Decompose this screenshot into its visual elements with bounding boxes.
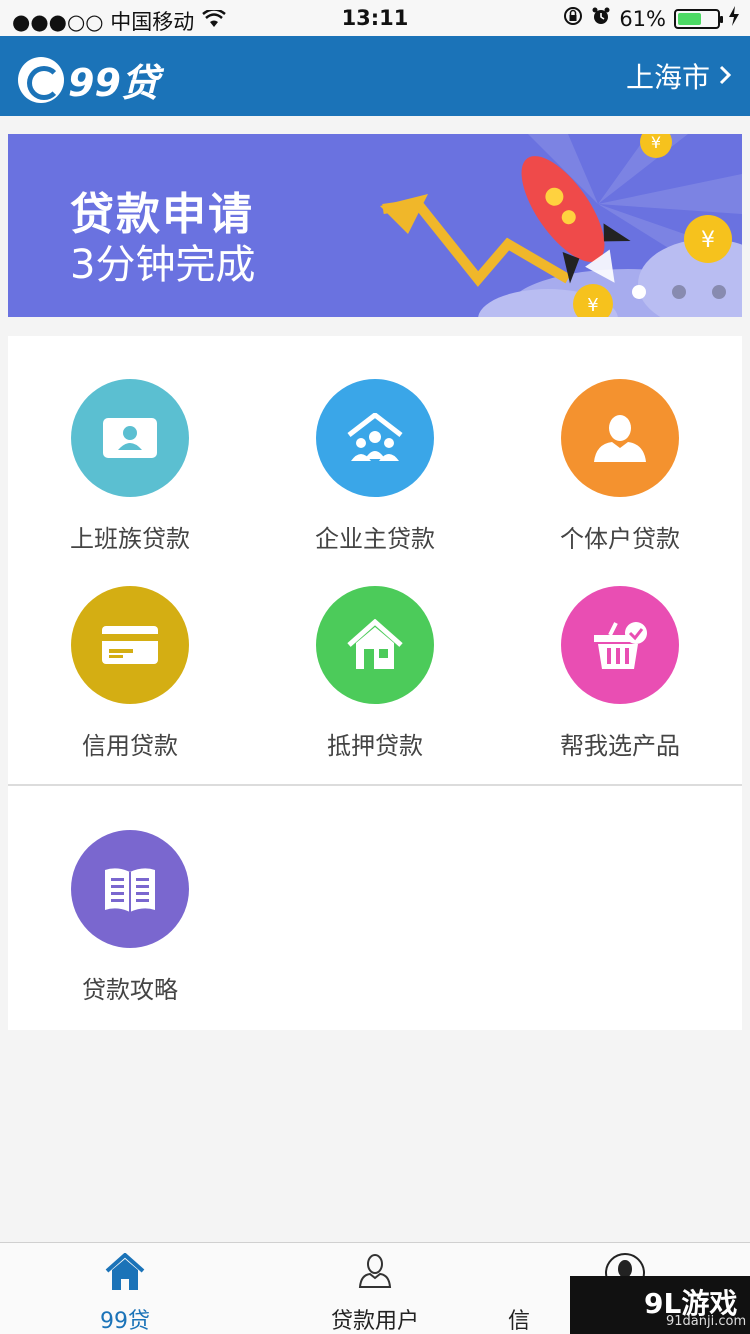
app-header: 99贷 上海市: [0, 36, 750, 116]
basket-icon: [561, 586, 679, 704]
app-logo: 99贷: [18, 52, 159, 107]
banner-pagination[interactable]: [632, 285, 726, 299]
battery-fill: [678, 12, 701, 25]
category-product-recommendation[interactable]: 帮我选产品: [498, 586, 742, 761]
grid-divider: [8, 784, 742, 786]
tab-loan-users[interactable]: 贷款用户: [250, 1243, 500, 1334]
category-label: 贷款攻略: [82, 976, 178, 1004]
category-label: 个体户贷款: [560, 525, 680, 553]
category-credit-loan[interactable]: 信用贷款: [8, 586, 252, 761]
user-outline-icon: [250, 1253, 500, 1289]
category-loan-guide[interactable]: 贷款攻略: [8, 830, 252, 1005]
category-label: 企业主贷款: [315, 525, 435, 553]
tab-home[interactable]: 99贷: [0, 1243, 250, 1334]
watermark-sub: 91danji.com: [666, 1314, 747, 1329]
category-office-worker-loan[interactable]: 上班族贷款: [8, 379, 252, 554]
svg-text:¥: ¥: [701, 228, 715, 253]
banner-subtitle: 3分钟完成: [70, 242, 256, 288]
svg-text:¥: ¥: [587, 295, 598, 316]
city-selector[interactable]: 上海市: [626, 56, 732, 96]
category-label: 信用贷款: [82, 732, 178, 760]
tab-label: 贷款用户: [330, 1309, 419, 1334]
status-bar: ●●●○○ 中国移动 13:11 61%: [0, 0, 750, 36]
banner-dot-3[interactable]: [712, 285, 726, 299]
banner-dot-2[interactable]: [672, 285, 686, 299]
category-self-employed-loan[interactable]: 个体户贷款: [498, 379, 742, 554]
category-label: 抵押贷款: [327, 732, 423, 760]
category-label: 帮我选产品: [560, 732, 680, 760]
category-label: 上班族贷款: [70, 525, 190, 553]
promo-banner[interactable]: ¥ ¥ ¥ 贷款申请 3分钟完成: [8, 134, 742, 317]
site-watermark: 9L游戏 91danji.com: [570, 1276, 750, 1334]
home-icon: [0, 1253, 250, 1291]
loan-category-grid: 上班族贷款 企业主贷款 个体户贷款 信用贷款 抵押贷款 帮我选产品 贷款攻略: [8, 336, 742, 1030]
banner-dot-1[interactable]: [632, 285, 646, 299]
battery-percent: 61%: [619, 6, 666, 31]
battery-icon: [674, 8, 723, 29]
person-icon: [561, 379, 679, 497]
svg-text:¥: ¥: [651, 134, 661, 152]
logo-mark-icon: [18, 56, 64, 103]
city-label: 上海市: [625, 61, 710, 94]
tab-label: 99贷: [100, 1309, 150, 1334]
category-mortgage-loan[interactable]: 抵押贷款: [253, 586, 497, 761]
group-house-icon: [316, 379, 434, 497]
rotation-lock-icon: [563, 6, 583, 31]
id-card-icon: [71, 379, 189, 497]
category-business-owner-loan[interactable]: 企业主贷款: [253, 379, 497, 554]
book-icon: [71, 830, 189, 948]
logo-text: 99贷: [68, 61, 159, 105]
credit-card-icon: [71, 586, 189, 704]
house-icon: [316, 586, 434, 704]
chevron-right-icon: [718, 60, 732, 93]
charging-icon: [728, 6, 740, 31]
alarm-icon: [591, 6, 611, 31]
